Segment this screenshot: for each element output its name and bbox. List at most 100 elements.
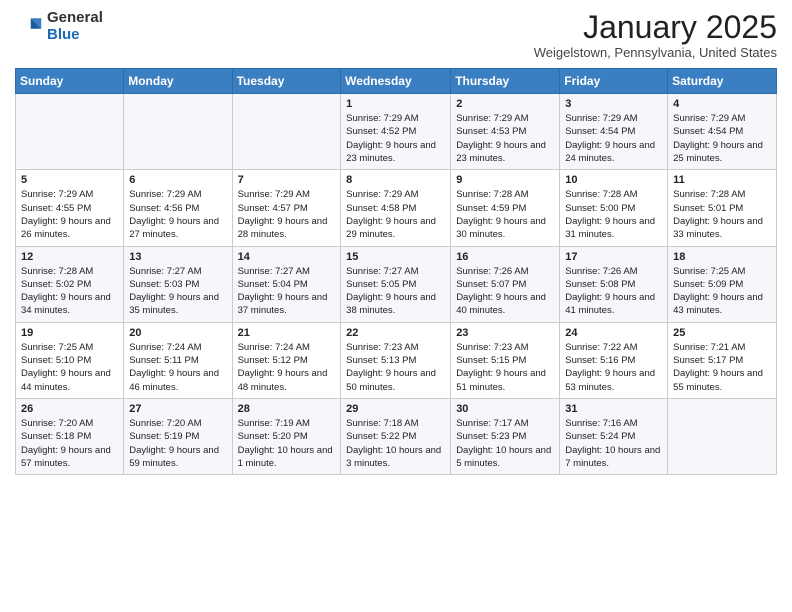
calendar-week-row: 5Sunrise: 7:29 AM Sunset: 4:55 PM Daylig… xyxy=(16,170,777,246)
calendar-cell: 5Sunrise: 7:29 AM Sunset: 4:55 PM Daylig… xyxy=(16,170,124,246)
title-block: January 2025 Weigelstown, Pennsylvania, … xyxy=(534,10,777,60)
weekday-header: Friday xyxy=(560,69,668,94)
day-info: Sunrise: 7:28 AM Sunset: 5:01 PM Dayligh… xyxy=(673,188,771,241)
logo-icon xyxy=(15,13,43,41)
calendar-cell: 20 Sunrise: 7:24 AM Sunset: 5:11 PM Dayli… xyxy=(124,322,232,398)
day-number: 23 xyxy=(456,327,554,339)
header: General Blue January 2025 Weigelstown, P… xyxy=(15,10,777,60)
day-number: 9 xyxy=(456,174,554,186)
day-number: 18 xyxy=(673,251,771,263)
day-info: Sunrise: 7:17 AM Sunset: 5:23 PM Dayligh… xyxy=(456,417,554,470)
day-info: Sunrise: 7:18 AM Sunset: 5:22 PM Dayligh… xyxy=(346,417,445,470)
calendar-cell: 8 Sunrise: 7:29 AM Sunset: 4:58 PM Daylig… xyxy=(341,170,451,246)
day-number: 11 xyxy=(673,174,771,186)
calendar-cell: 18 Sunrise: 7:25 AM Sunset: 5:09 PM Dayli… xyxy=(668,246,777,322)
day-info: Sunrise: 7:28 AM Sunset: 5:00 PM Dayligh… xyxy=(565,188,662,241)
calendar-cell: 10Sunrise: 7:28 AM Sunset: 5:00 PM Dayli… xyxy=(560,170,668,246)
day-number: 28 xyxy=(238,403,336,415)
day-info: Sunrise: 7:29 AM Sunset: 4:52 PM Dayligh… xyxy=(346,112,445,165)
day-number: 17 xyxy=(565,251,662,263)
calendar-week-row: 1 Sunrise: 7:29 AM Sunset: 4:52 PM Daylig… xyxy=(16,94,777,170)
calendar-cell: 27Sunrise: 7:20 AM Sunset: 5:19 PM Dayli… xyxy=(124,398,232,474)
calendar-cell: 30 Sunrise: 7:17 AM Sunset: 5:23 PM Dayli… xyxy=(451,398,560,474)
day-number: 29 xyxy=(346,403,445,415)
day-number: 21 xyxy=(238,327,336,339)
day-info: Sunrise: 7:16 AM Sunset: 5:24 PM Dayligh… xyxy=(565,417,662,470)
day-number: 20 xyxy=(129,327,226,339)
day-number: 13 xyxy=(129,251,226,263)
weekday-header: Wednesday xyxy=(341,69,451,94)
day-info: Sunrise: 7:21 AM Sunset: 5:17 PM Dayligh… xyxy=(673,341,771,394)
calendar-cell: 9Sunrise: 7:28 AM Sunset: 4:59 PM Daylig… xyxy=(451,170,560,246)
day-info: Sunrise: 7:24 AM Sunset: 5:12 PM Dayligh… xyxy=(238,341,336,394)
calendar-cell: 29 Sunrise: 7:18 AM Sunset: 5:22 PM Dayli… xyxy=(341,398,451,474)
calendar-cell: 12Sunrise: 7:28 AM Sunset: 5:02 PM Dayli… xyxy=(16,246,124,322)
weekday-header: Monday xyxy=(124,69,232,94)
calendar-cell: 21 Sunrise: 7:24 AM Sunset: 5:12 PM Dayli… xyxy=(232,322,341,398)
calendar-cell: 23 Sunrise: 7:23 AM Sunset: 5:15 PM Dayli… xyxy=(451,322,560,398)
day-info: Sunrise: 7:26 AM Sunset: 5:07 PM Dayligh… xyxy=(456,265,554,318)
weekday-header: Saturday xyxy=(668,69,777,94)
day-number: 4 xyxy=(673,98,771,110)
day-number: 12 xyxy=(21,251,118,263)
day-info: Sunrise: 7:29 AM Sunset: 4:58 PM Dayligh… xyxy=(346,188,445,241)
day-number: 2 xyxy=(456,98,554,110)
day-number: 15 xyxy=(346,251,445,263)
day-number: 25 xyxy=(673,327,771,339)
day-number: 6 xyxy=(129,174,226,186)
day-info: Sunrise: 7:25 AM Sunset: 5:09 PM Dayligh… xyxy=(673,265,771,318)
calendar-cell: 26Sunrise: 7:20 AM Sunset: 5:18 PM Dayli… xyxy=(16,398,124,474)
day-number: 1 xyxy=(346,98,445,110)
calendar-cell: 14Sunrise: 7:27 AM Sunset: 5:04 PM Dayli… xyxy=(232,246,341,322)
calendar-cell: 19 Sunrise: 7:25 AM Sunset: 5:10 PM Dayli… xyxy=(16,322,124,398)
calendar-cell: 7Sunrise: 7:29 AM Sunset: 4:57 PM Daylig… xyxy=(232,170,341,246)
calendar-cell: 17 Sunrise: 7:26 AM Sunset: 5:08 PM Dayli… xyxy=(560,246,668,322)
calendar-cell xyxy=(16,94,124,170)
calendar-table: SundayMondayTuesdayWednesdayThursdayFrid… xyxy=(15,68,777,475)
day-number: 30 xyxy=(456,403,554,415)
logo: General Blue xyxy=(15,10,103,43)
calendar-cell: 1 Sunrise: 7:29 AM Sunset: 4:52 PM Daylig… xyxy=(341,94,451,170)
calendar-cell xyxy=(124,94,232,170)
calendar-week-row: 12Sunrise: 7:28 AM Sunset: 5:02 PM Dayli… xyxy=(16,246,777,322)
calendar-cell: 22Sunrise: 7:23 AM Sunset: 5:13 PM Dayli… xyxy=(341,322,451,398)
day-number: 7 xyxy=(238,174,336,186)
day-number: 27 xyxy=(129,403,226,415)
day-number: 26 xyxy=(21,403,118,415)
day-number: 19 xyxy=(21,327,118,339)
day-info: Sunrise: 7:29 AM Sunset: 4:53 PM Dayligh… xyxy=(456,112,554,165)
day-number: 31 xyxy=(565,403,662,415)
calendar-cell: 28Sunrise: 7:19 AM Sunset: 5:20 PM Dayli… xyxy=(232,398,341,474)
day-number: 16 xyxy=(456,251,554,263)
weekday-header: Sunday xyxy=(16,69,124,94)
calendar-cell xyxy=(232,94,341,170)
day-info: Sunrise: 7:27 AM Sunset: 5:03 PM Dayligh… xyxy=(129,265,226,318)
day-info: Sunrise: 7:26 AM Sunset: 5:08 PM Dayligh… xyxy=(565,265,662,318)
day-number: 5 xyxy=(21,174,118,186)
calendar-cell: 3Sunrise: 7:29 AM Sunset: 4:54 PM Daylig… xyxy=(560,94,668,170)
page: General Blue January 2025 Weigelstown, P… xyxy=(0,0,792,612)
month-year-title: January 2025 xyxy=(534,10,777,45)
day-info: Sunrise: 7:22 AM Sunset: 5:16 PM Dayligh… xyxy=(565,341,662,394)
day-info: Sunrise: 7:24 AM Sunset: 5:11 PM Dayligh… xyxy=(129,341,226,394)
logo-text: General Blue xyxy=(47,10,103,43)
calendar-cell xyxy=(668,398,777,474)
weekday-header: Tuesday xyxy=(232,69,341,94)
day-number: 8 xyxy=(346,174,445,186)
day-info: Sunrise: 7:29 AM Sunset: 4:54 PM Dayligh… xyxy=(673,112,771,165)
day-info: Sunrise: 7:27 AM Sunset: 5:05 PM Dayligh… xyxy=(346,265,445,318)
calendar-cell: 24Sunrise: 7:22 AM Sunset: 5:16 PM Dayli… xyxy=(560,322,668,398)
day-info: Sunrise: 7:23 AM Sunset: 5:15 PM Dayligh… xyxy=(456,341,554,394)
location-subtitle: Weigelstown, Pennsylvania, United States xyxy=(534,45,777,60)
calendar-cell: 15 Sunrise: 7:27 AM Sunset: 5:05 PM Dayli… xyxy=(341,246,451,322)
day-number: 3 xyxy=(565,98,662,110)
calendar-cell: 4 Sunrise: 7:29 AM Sunset: 4:54 PM Daylig… xyxy=(668,94,777,170)
weekday-header: Thursday xyxy=(451,69,560,94)
calendar-week-row: 26Sunrise: 7:20 AM Sunset: 5:18 PM Dayli… xyxy=(16,398,777,474)
day-info: Sunrise: 7:23 AM Sunset: 5:13 PM Dayligh… xyxy=(346,341,445,394)
calendar-week-row: 19 Sunrise: 7:25 AM Sunset: 5:10 PM Dayli… xyxy=(16,322,777,398)
calendar-cell: 6Sunrise: 7:29 AM Sunset: 4:56 PM Daylig… xyxy=(124,170,232,246)
calendar-cell: 31 Sunrise: 7:16 AM Sunset: 5:24 PM Dayli… xyxy=(560,398,668,474)
logo-general-text: General xyxy=(47,10,103,27)
day-info: Sunrise: 7:25 AM Sunset: 5:10 PM Dayligh… xyxy=(21,341,118,394)
